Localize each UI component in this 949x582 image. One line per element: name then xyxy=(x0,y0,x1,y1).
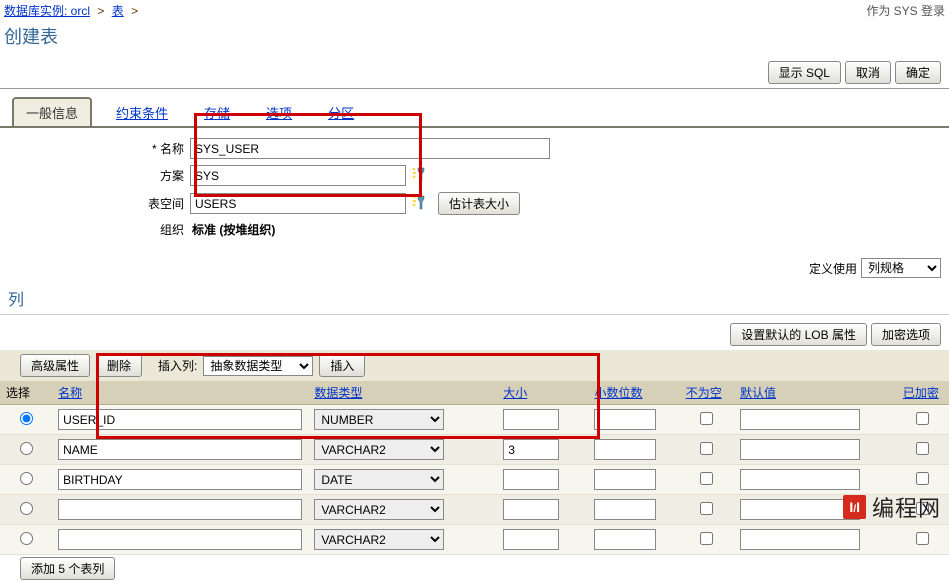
col-default-input[interactable] xyxy=(740,439,860,460)
col-scale-input[interactable] xyxy=(594,499,656,520)
row-select-radio[interactable] xyxy=(20,502,33,515)
breadcrumb-table-link[interactable]: 表 xyxy=(112,4,124,18)
col-name-input[interactable] xyxy=(58,499,302,520)
page-title: 创建表 xyxy=(0,21,949,57)
header-datatype[interactable]: 数据类型 xyxy=(314,386,362,400)
col-size-input[interactable] xyxy=(503,409,559,430)
add-five-cols-button[interactable]: 添加 5 个表列 xyxy=(20,557,115,580)
define-usage-row: 定义使用 列规格 xyxy=(0,254,949,282)
define-usage-select[interactable]: 列规格 xyxy=(861,258,941,278)
col-notnull-checkbox[interactable] xyxy=(700,532,713,545)
tab-bar: 一般信息 约束条件 存储 选项 分区 xyxy=(0,97,949,128)
col-scale-input[interactable] xyxy=(594,469,656,490)
col-name-input[interactable] xyxy=(58,469,302,490)
name-input[interactable] xyxy=(190,138,550,159)
tab-constraints[interactable]: 约束条件 xyxy=(104,99,180,126)
table-row: VARCHAR2 xyxy=(0,435,949,465)
flashlight-icon[interactable] xyxy=(412,194,432,214)
set-lob-button[interactable]: 设置默认的 LOB 属性 xyxy=(730,323,867,346)
show-sql-button[interactable]: 显示 SQL xyxy=(768,61,841,84)
cancel-button[interactable]: 取消 xyxy=(845,61,891,84)
advanced-props-button[interactable]: 高级属性 xyxy=(20,354,90,377)
org-value: 标准 (按堆组织) xyxy=(190,221,275,238)
flashlight-icon[interactable] xyxy=(412,166,432,186)
col-encrypted-checkbox[interactable] xyxy=(916,472,929,485)
header-encrypted[interactable]: 已加密 xyxy=(903,386,939,400)
header-size[interactable]: 大小 xyxy=(503,386,527,400)
col-size-input[interactable] xyxy=(503,469,559,490)
estimate-size-button[interactable]: 估计表大小 xyxy=(438,192,520,215)
col-type-select[interactable]: DATE xyxy=(314,469,444,490)
insert-button[interactable]: 插入 xyxy=(319,354,365,377)
col-notnull-checkbox[interactable] xyxy=(700,442,713,455)
insert-col-label: 插入列: xyxy=(158,357,197,374)
col-encrypted-checkbox[interactable] xyxy=(916,532,929,545)
col-notnull-checkbox[interactable] xyxy=(700,472,713,485)
col-scale-input[interactable] xyxy=(594,409,656,430)
header-notnull[interactable]: 不为空 xyxy=(686,386,722,400)
header-scale[interactable]: 小数位数 xyxy=(594,386,642,400)
tab-storage[interactable]: 存储 xyxy=(192,99,242,126)
tab-general[interactable]: 一般信息 xyxy=(12,97,92,126)
col-scale-input[interactable] xyxy=(594,439,656,460)
breadcrumb-sep: > xyxy=(127,4,142,18)
columns-toolbar: 高级属性 删除 插入列: 抽象数据类型 插入 xyxy=(0,350,949,381)
table-row: NUMBER xyxy=(0,405,949,435)
delete-button[interactable]: 删除 xyxy=(96,354,142,377)
col-type-select[interactable]: VARCHAR2 xyxy=(314,499,444,520)
row-select-radio[interactable] xyxy=(20,442,33,455)
tablespace-input[interactable] xyxy=(190,193,406,214)
ok-button[interactable]: 确定 xyxy=(895,61,941,84)
header-select: 选择 xyxy=(0,381,52,405)
col-notnull-checkbox[interactable] xyxy=(700,412,713,425)
col-type-select[interactable]: VARCHAR2 xyxy=(314,529,444,550)
site-logo: I/I 编程网 xyxy=(843,491,941,523)
col-size-input[interactable] xyxy=(503,529,559,550)
col-name-input[interactable] xyxy=(58,529,302,550)
col-default-input[interactable] xyxy=(740,409,860,430)
schema-input[interactable] xyxy=(190,165,406,186)
table-row: DATE xyxy=(0,465,949,495)
columns-section-title: 列 xyxy=(0,282,949,315)
define-usage-label: 定义使用 xyxy=(809,260,857,277)
lob-button-row: 设置默认的 LOB 属性 加密选项 xyxy=(0,319,949,350)
col-encrypted-checkbox[interactable] xyxy=(916,412,929,425)
general-form: * 名称 方案 表空间 估计表大小 组织 标准 (按堆组织) xyxy=(0,128,949,254)
col-default-input[interactable] xyxy=(740,469,860,490)
encryption-options-button[interactable]: 加密选项 xyxy=(871,323,941,346)
col-type-select[interactable]: VARCHAR2 xyxy=(314,439,444,460)
col-name-input[interactable] xyxy=(58,439,302,460)
row-select-radio[interactable] xyxy=(20,532,33,545)
header-name[interactable]: 名称 xyxy=(58,386,82,400)
col-type-select[interactable]: NUMBER xyxy=(314,409,444,430)
row-select-radio[interactable] xyxy=(20,412,33,425)
col-scale-input[interactable] xyxy=(594,529,656,550)
breadcrumb: 数据库实例: orcl > 表 > 作为 SYS 登录 xyxy=(0,0,949,21)
table-row: VARCHAR2 xyxy=(0,495,949,525)
top-button-bar: 显示 SQL 取消 确定 xyxy=(0,57,949,89)
breadcrumb-sep: > xyxy=(93,4,108,18)
tablespace-label: 表空间 xyxy=(120,195,190,212)
col-notnull-checkbox[interactable] xyxy=(700,502,713,515)
col-name-input[interactable] xyxy=(58,409,302,430)
org-label: 组织 xyxy=(120,221,190,238)
login-info: 作为 SYS 登录 xyxy=(866,2,945,19)
col-encrypted-checkbox[interactable] xyxy=(916,442,929,455)
tab-partition[interactable]: 分区 xyxy=(316,99,366,126)
table-row: VARCHAR2 xyxy=(0,525,949,555)
name-label: * 名称 xyxy=(120,140,190,157)
insert-type-select[interactable]: 抽象数据类型 xyxy=(203,356,313,376)
col-default-input[interactable] xyxy=(740,499,860,520)
row-select-radio[interactable] xyxy=(20,472,33,485)
header-default[interactable]: 默认值 xyxy=(740,386,776,400)
col-size-input[interactable] xyxy=(503,439,559,460)
tab-options[interactable]: 选项 xyxy=(254,99,304,126)
col-size-input[interactable] xyxy=(503,499,559,520)
logo-text: 编程网 xyxy=(872,491,941,523)
breadcrumb-db-instance[interactable]: 数据库实例: orcl xyxy=(4,4,90,18)
schema-label: 方案 xyxy=(120,167,190,184)
col-default-input[interactable] xyxy=(740,529,860,550)
logo-icon: I/I xyxy=(843,495,866,519)
